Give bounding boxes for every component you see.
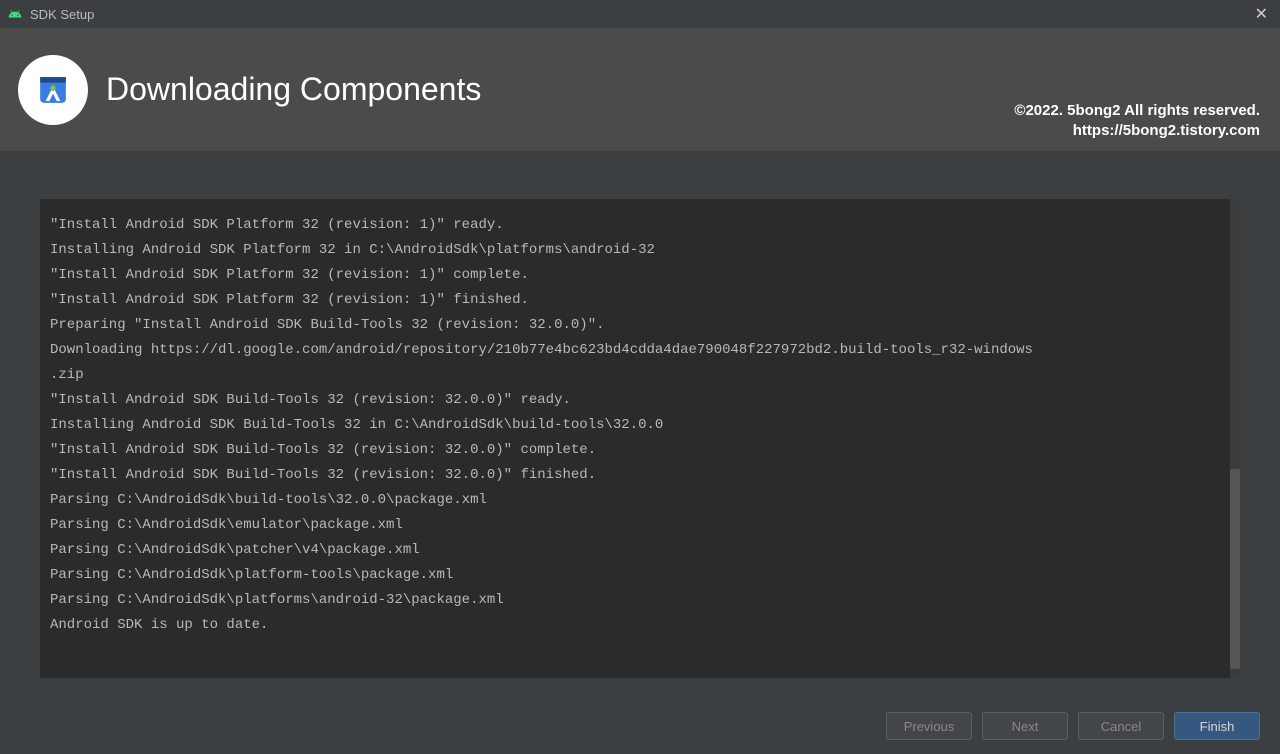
log-output: "Install Android SDK Platform 32 (revisi…	[40, 199, 1240, 678]
previous-button: Previous	[886, 712, 972, 740]
finish-button[interactable]: Finish	[1174, 712, 1260, 740]
footer: Previous Next Cancel Finish	[0, 698, 1280, 754]
scrollbar[interactable]	[1230, 199, 1240, 678]
content-area: "Install Android SDK Platform 32 (revisi…	[0, 151, 1280, 698]
scrollbar-thumb[interactable]	[1230, 469, 1240, 669]
next-button: Next	[982, 712, 1068, 740]
android-studio-logo	[18, 55, 88, 125]
titlebar: SDK Setup ✕	[0, 0, 1280, 28]
watermark-line1: ©2022. 5bong2 All rights reserved.	[1014, 101, 1260, 121]
window-title: SDK Setup	[30, 7, 94, 22]
header: Downloading Components ©2022. 5bong2 All…	[0, 28, 1280, 151]
watermark-line2: https://5bong2.tistory.com	[1014, 121, 1260, 141]
page-title: Downloading Components	[106, 71, 481, 108]
watermark: ©2022. 5bong2 All rights reserved. https…	[1014, 101, 1260, 142]
cancel-button: Cancel	[1078, 712, 1164, 740]
log-text: "Install Android SDK Platform 32 (revisi…	[50, 213, 1230, 638]
close-icon[interactable]: ✕	[1251, 4, 1272, 24]
android-icon	[8, 7, 22, 21]
